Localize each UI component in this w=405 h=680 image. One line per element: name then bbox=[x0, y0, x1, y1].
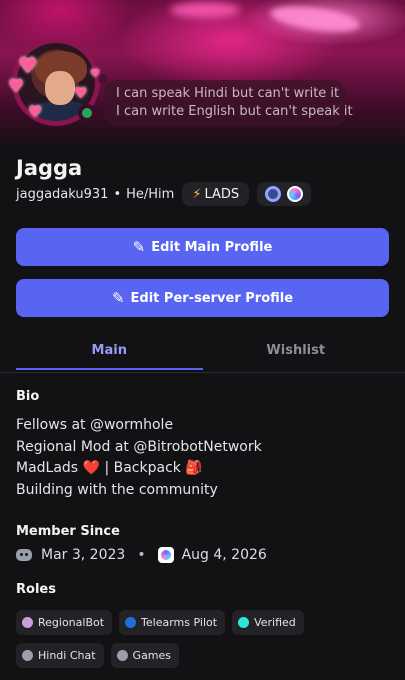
clan-tag[interactable]: ⚡ LADS bbox=[182, 182, 250, 206]
edit-main-profile-label: Edit Main Profile bbox=[151, 239, 273, 255]
edit-per-server-profile-button[interactable]: ✎ Edit Per-server Profile bbox=[16, 279, 389, 317]
role-pill[interactable]: Telearms Pilot bbox=[119, 610, 226, 635]
tabs-divider bbox=[0, 372, 405, 373]
bio-line: Fellows at @wormhole bbox=[16, 417, 174, 433]
separator-dot: • bbox=[113, 186, 122, 202]
backpack-emoji-icon: 🎒 bbox=[185, 460, 203, 476]
display-name: Jagga bbox=[16, 156, 83, 180]
pencil-icon: ✎ bbox=[111, 289, 125, 307]
status-bubble-tail bbox=[98, 74, 108, 84]
banner-decoration bbox=[268, 1, 362, 37]
bio-line: Building with the community bbox=[16, 481, 218, 498]
username[interactable]: jaggadaku931 bbox=[16, 187, 108, 202]
role-name: Verified bbox=[254, 616, 296, 629]
role-name: Hindi Chat bbox=[38, 649, 96, 662]
pronouns: He/Him bbox=[126, 186, 175, 202]
role-pill[interactable]: RegionalBot bbox=[16, 610, 113, 635]
online-status-indicator bbox=[78, 104, 96, 122]
role-color-dot bbox=[22, 650, 33, 661]
role-name: Games bbox=[132, 649, 172, 662]
discord-logo-icon bbox=[16, 549, 32, 561]
lightning-icon: ⚡ bbox=[192, 186, 202, 202]
heart-emoji-icon: ❤️ bbox=[82, 460, 100, 476]
server-icon bbox=[157, 547, 174, 563]
server-join-date: Aug 4, 2026 bbox=[181, 547, 267, 563]
member-since-row: Mar 3, 2023 • Aug 4, 2026 bbox=[16, 547, 267, 563]
role-name: RegionalBot bbox=[38, 616, 105, 629]
tab-main[interactable]: Main bbox=[16, 336, 203, 370]
user-info-row: jaggadaku931 • He/Him ⚡ LADS bbox=[16, 182, 312, 206]
role-name: Telearms Pilot bbox=[141, 616, 218, 629]
profile-badges[interactable] bbox=[257, 182, 312, 206]
role-color-dot bbox=[22, 617, 33, 628]
heart-icon: ♥ bbox=[8, 76, 25, 97]
tab-wishlist[interactable]: Wishlist bbox=[203, 336, 390, 370]
profile-tabs: Main Wishlist bbox=[16, 336, 389, 370]
bio-text: Fellows at @wormhole Regional Mod at @Bi… bbox=[16, 415, 262, 501]
edit-main-profile-button[interactable]: ✎ Edit Main Profile bbox=[16, 228, 389, 266]
role-pill[interactable]: Hindi Chat bbox=[16, 643, 104, 668]
custom-status-bubble[interactable]: I can speak Hindi but can't write it I c… bbox=[104, 80, 353, 126]
banner-decoration bbox=[170, 2, 240, 18]
roles-list: RegionalBot Telearms Pilot Verified Hind… bbox=[16, 610, 396, 668]
custom-status-line: I can write English but can't speak it bbox=[116, 104, 353, 119]
role-pill[interactable]: Verified bbox=[232, 610, 304, 635]
role-pill[interactable]: Games bbox=[110, 643, 180, 668]
bio-line-text: | Backpack bbox=[100, 460, 186, 476]
heart-icon: ♥ bbox=[74, 84, 88, 102]
member-since-heading: Member Since bbox=[16, 524, 120, 539]
role-color-dot bbox=[116, 650, 128, 661]
separator-dot: • bbox=[137, 547, 146, 563]
edit-per-server-profile-label: Edit Per-server Profile bbox=[130, 290, 294, 306]
heart-icon: ♥ bbox=[18, 54, 38, 79]
bio-line: MadLads ❤️ | Backpack 🎒 bbox=[16, 458, 262, 480]
nitro-badge-icon[interactable] bbox=[265, 186, 282, 202]
discord-join-date: Mar 3, 2023 bbox=[41, 547, 126, 563]
roles-heading: Roles bbox=[16, 582, 56, 597]
avatar-face bbox=[45, 71, 75, 105]
bio-heading: Bio bbox=[16, 389, 40, 404]
role-color-dot bbox=[125, 617, 137, 628]
bio-line-text: MadLads bbox=[16, 460, 83, 476]
role-color-dot bbox=[238, 617, 250, 628]
boost-badge-icon[interactable] bbox=[287, 186, 304, 202]
bio-line: Regional Mod at @BitrobotNetwork bbox=[16, 438, 262, 455]
clan-tag-label: LADS bbox=[204, 186, 240, 202]
pencil-icon: ✎ bbox=[132, 238, 146, 256]
heart-icon: ♥ bbox=[28, 102, 43, 121]
custom-status-line: I can speak Hindi but can't write it bbox=[116, 86, 340, 101]
